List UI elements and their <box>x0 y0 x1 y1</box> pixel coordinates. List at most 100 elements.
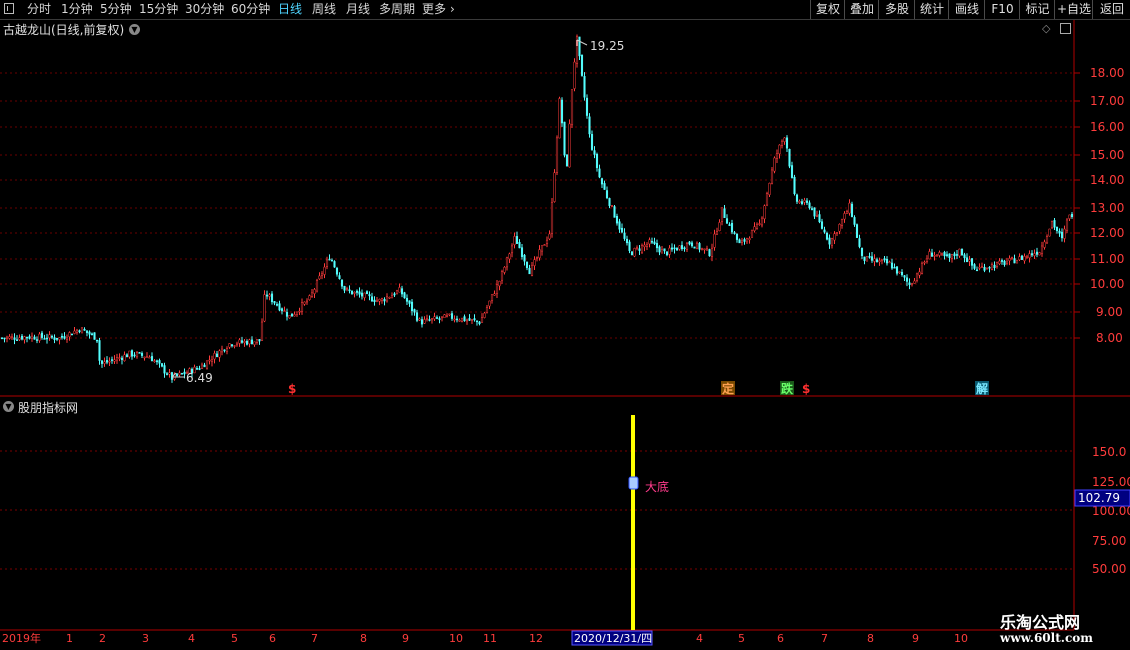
candle-body <box>400 288 404 295</box>
candle-body <box>368 294 371 297</box>
restore-rights-button[interactable]: 复权 <box>810 0 845 19</box>
candle-body <box>278 303 281 311</box>
period-5min[interactable]: 5分钟 <box>100 1 132 18</box>
current-value-box <box>1074 489 1130 507</box>
candle-body <box>510 245 514 254</box>
back-button[interactable]: 返回 <box>1092 0 1130 19</box>
candle-body <box>200 364 204 369</box>
candle-body <box>768 182 771 195</box>
candle-body <box>590 134 594 150</box>
candle-body <box>173 373 176 380</box>
f10-button[interactable]: F10 <box>984 0 1020 19</box>
candle-body <box>948 253 951 258</box>
add-favorite-button[interactable]: +自选 <box>1054 0 1093 19</box>
candle-body <box>373 299 376 303</box>
candle-body <box>18 337 21 340</box>
high-marker <box>576 39 588 46</box>
candle-body <box>105 360 109 363</box>
mark-button[interactable]: 标记 <box>1019 0 1055 19</box>
candle-body <box>783 137 786 142</box>
candle-body <box>545 239 549 244</box>
chevron-right-icon[interactable]: › <box>450 1 455 18</box>
candle-body <box>498 280 501 287</box>
candle-body <box>533 259 536 266</box>
period-daily[interactable]: 日线 <box>278 1 302 18</box>
period-1min[interactable]: 1分钟 <box>61 1 93 18</box>
overlay-button[interactable]: 叠加 <box>844 0 879 19</box>
period-monthly[interactable]: 月线 <box>346 1 370 18</box>
candle-body <box>535 257 539 259</box>
candle-body <box>750 229 754 238</box>
multi-stock-button[interactable]: 多股 <box>878 0 915 19</box>
candle-body <box>403 292 406 299</box>
period-60min[interactable]: 60分钟 <box>231 1 270 18</box>
candle-body <box>638 248 641 251</box>
candle-body <box>3 337 6 340</box>
period-multi[interactable]: 多周期 <box>379 1 415 18</box>
month-tick: 7 <box>821 632 828 645</box>
candle-body <box>595 154 599 168</box>
candle-body <box>865 256 869 262</box>
candle-body <box>290 313 294 317</box>
cursor-date-box <box>571 630 653 646</box>
candle-body <box>350 290 354 295</box>
period-15min[interactable]: 15分钟 <box>139 1 178 18</box>
candle-body <box>355 290 359 293</box>
candle-body <box>885 258 889 264</box>
candle-body <box>953 253 956 257</box>
candle-body <box>438 318 441 320</box>
window-toggle-icon[interactable] <box>4 3 14 14</box>
price-tick: 11.00 <box>1090 252 1124 266</box>
candle-body <box>190 368 194 374</box>
period-fenshi[interactable]: 分时 <box>27 1 51 18</box>
candle-body <box>733 232 736 234</box>
candle-body <box>330 259 334 262</box>
candle-body <box>188 368 191 374</box>
candle-body <box>820 221 824 229</box>
period-30min[interactable]: 30分钟 <box>185 1 224 18</box>
month-tick: 5 <box>231 632 238 645</box>
candle-body <box>388 296 391 299</box>
candle-body <box>858 238 861 247</box>
indicator-tick: 50.00 <box>1092 562 1126 576</box>
diamond-icon[interactable]: ◇ <box>1042 22 1050 35</box>
statistics-button[interactable]: 统计 <box>914 0 949 19</box>
candle-body <box>140 353 144 356</box>
panel-toggle-icon[interactable] <box>1060 23 1071 34</box>
candle-body <box>573 61 576 89</box>
candle-body <box>48 334 51 339</box>
candle-body <box>413 309 416 313</box>
candle-body <box>1033 253 1036 256</box>
candle-body <box>928 251 931 260</box>
candle-body <box>623 232 626 239</box>
candle-body <box>80 327 84 334</box>
candle-body <box>630 251 634 256</box>
candle-body <box>933 255 936 257</box>
cursor-date: 2020/12/31/四 <box>574 632 652 645</box>
candle-body <box>213 353 216 360</box>
candle-body <box>975 269 979 272</box>
candle-body <box>43 338 46 340</box>
candle-body <box>245 341 249 345</box>
draw-line-button[interactable]: 画线 <box>948 0 985 19</box>
candle-body <box>410 301 414 312</box>
candle-body <box>608 198 611 206</box>
candle-body <box>690 242 694 247</box>
period-weekly[interactable]: 周线 <box>312 1 336 18</box>
candle-body <box>318 275 321 280</box>
period-more[interactable]: 更多 <box>422 1 446 18</box>
month-tick: 6 <box>269 632 276 645</box>
candle-body <box>393 293 396 296</box>
indicator-menu-icon[interactable]: ▼ <box>3 401 14 412</box>
candle-body <box>605 190 609 199</box>
candle-body <box>910 283 914 285</box>
candle-body <box>345 288 349 290</box>
candle-body <box>863 256 866 261</box>
candle-body <box>520 247 524 257</box>
candle-body <box>130 350 134 357</box>
month-tick: 6 <box>777 632 784 645</box>
candle-body <box>808 202 811 209</box>
candle-body <box>285 311 289 317</box>
chevron-down-icon[interactable]: ▼ <box>129 24 140 35</box>
candle-body <box>888 261 891 264</box>
